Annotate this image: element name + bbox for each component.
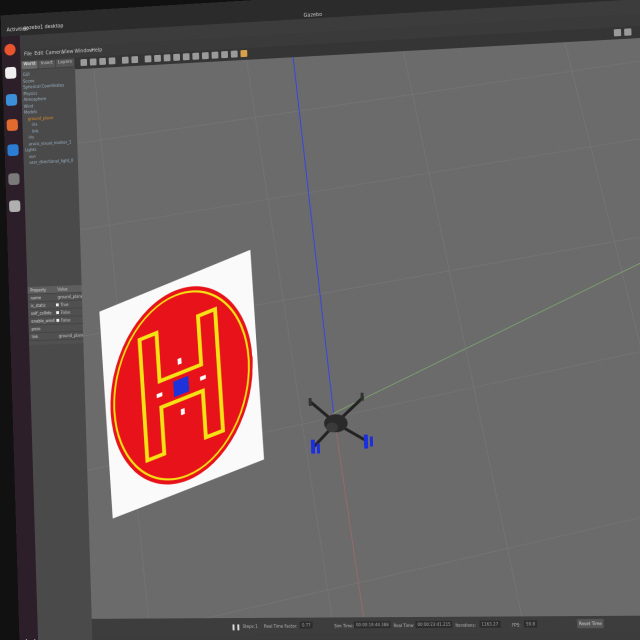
tool-icon[interactable] [8,173,20,186]
sim-time-value: 00:00:19:44.388 [353,621,391,629]
point-light-icon[interactable] [173,53,181,61]
log-icon[interactable] [624,28,632,36]
box-icon[interactable] [144,55,152,63]
rtf-value: 0.77 [299,621,313,629]
property-key: pose [31,326,41,332]
tree-item[interactable]: sun [29,153,36,158]
screen: Activities gazebo1 desktop Gazebo ⋮⋮ Fil… [0,0,640,640]
screenshot-icon[interactable] [240,49,248,58]
tree-item[interactable]: user_directional_light_0 [29,158,73,165]
usb-icon[interactable] [8,200,21,213]
real-time-label: Real Time: [393,623,415,629]
property-value: True [60,302,69,308]
align-icon[interactable] [221,50,229,59]
property-checkbox[interactable] [56,318,60,322]
tree-item[interactable]: link [32,128,39,133]
tab-insert[interactable]: Insert [38,59,56,69]
tree-item[interactable]: Wind [24,103,34,108]
sim-time-label: Sim Time: [334,623,354,629]
gazebo-window: File Edit Camera View Window Help World … [19,0,640,640]
fps-label: FPS: [511,622,521,628]
copy-icon[interactable] [201,52,209,60]
files-icon[interactable] [4,66,17,79]
property-col-header: Property [30,287,47,293]
directional-light-icon[interactable] [192,52,200,60]
rtf-label: Real Time Factor: [263,623,298,629]
tree-item[interactable]: Physics [23,90,37,96]
editor-icon[interactable] [5,93,18,106]
translate-icon[interactable] [89,58,97,66]
tree-item[interactable]: GUI [23,72,30,77]
property-key: is_static [30,302,46,309]
tilted-screen: Activities gazebo1 desktop Gazebo ⋮⋮ Fil… [0,0,640,640]
menu-help[interactable]: Help [91,47,102,53]
steps-label: Steps: [242,623,255,629]
scale-icon[interactable] [108,57,116,65]
tab-world[interactable]: World [21,60,38,70]
tree-item[interactable]: Models [24,109,37,115]
fps-value: 59.8 [523,620,538,628]
paste-icon[interactable] [211,51,219,59]
browser-icon[interactable] [4,43,16,56]
snap-icon[interactable] [230,50,238,58]
z-axis-line [293,56,333,414]
terminal-tab[interactable]: gazebo1 desktop [23,23,63,31]
reset-time-button[interactable]: Reset Time [576,618,604,629]
property-value: False [60,309,71,315]
tree-item[interactable]: Lights [25,147,36,152]
property-table: Property Value name ground_plane is_static… [27,285,94,346]
property-checkbox[interactable] [55,302,59,306]
tab-layers[interactable]: Layers [56,58,75,68]
tree-item[interactable]: iris [28,135,34,140]
property-value: ground_plane [57,293,84,300]
panel-tabs: World Insert Layers [20,57,75,71]
tree-item[interactable]: Atmosphere [24,96,47,102]
menu-window[interactable]: Window [74,48,93,55]
menu-edit[interactable]: Edit [34,51,43,57]
tree-item[interactable]: Scene [23,78,34,83]
spot-light-icon[interactable] [182,53,190,61]
select-icon[interactable] [80,58,88,67]
cylinder-icon[interactable] [163,54,171,62]
tree-item[interactable]: aruco_visual_marker_1 [29,139,72,146]
status-bar: ❚❚ Steps: 1 Real Time Factor: 0.77 Sim T… [91,615,640,635]
property-key: link [31,334,39,340]
menu-camera[interactable]: Camera [45,50,64,57]
menu-view[interactable]: View [62,49,73,55]
tree-item[interactable]: Spherical Coordinates [23,83,64,90]
menu-file[interactable]: File [24,51,32,57]
quadcopter-model[interactable] [295,382,386,464]
property-key: self_collide [30,310,52,316]
tree-item[interactable]: iris [32,122,38,127]
3d-viewport[interactable] [75,37,640,619]
real-time-value: 00:00:23:41.215 [415,620,453,629]
vscode-icon[interactable] [7,144,19,157]
steps-value: 1 [255,623,258,629]
property-key: enable_wind [31,318,55,324]
undo-icon[interactable] [121,56,129,64]
rotate-icon[interactable] [99,57,107,66]
property-key: name [30,295,42,301]
record-icon[interactable] [613,28,622,37]
iterations-value: 1163.27 [479,620,501,628]
paint-icon[interactable] [6,118,19,132]
property-value: False [61,317,71,323]
world-tree: GUI Scene Spherical Coordinates Physics Atmo… [23,69,81,256]
redo-icon[interactable] [131,56,139,64]
value-col-header: Value [57,286,68,292]
property-checkbox[interactable] [56,310,60,314]
sphere-icon[interactable] [154,54,161,62]
iterations-label: Iterations: [455,622,476,628]
property-row[interactable]: link ground_plane::link [28,331,94,342]
pause-icon[interactable]: ❚❚ [231,624,241,631]
tree-item[interactable]: ground_plane [28,115,54,121]
